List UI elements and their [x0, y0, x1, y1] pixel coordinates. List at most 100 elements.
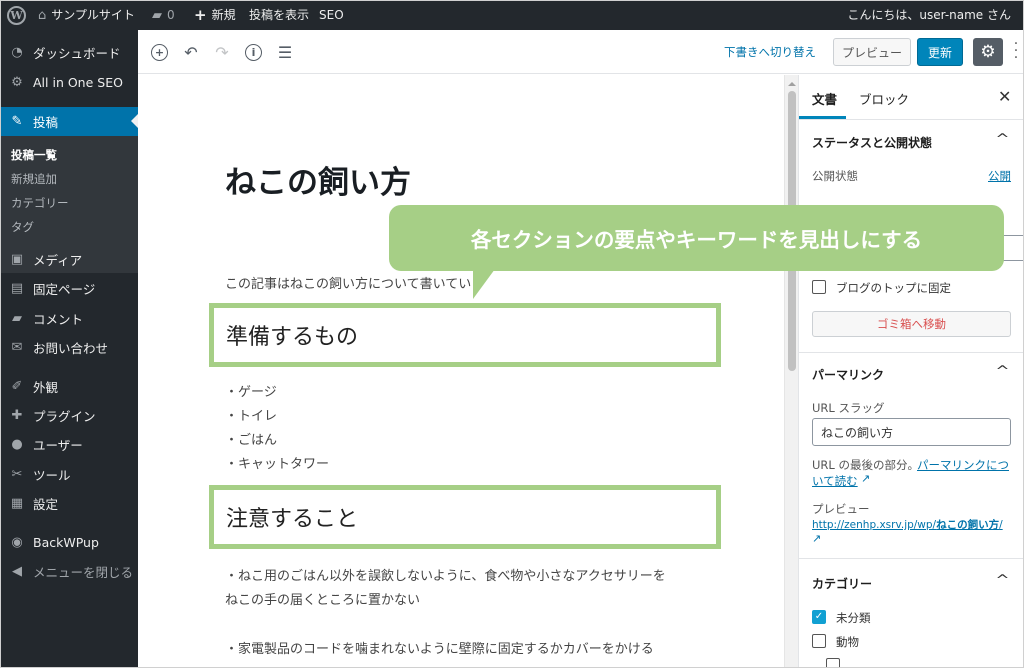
sidebar-item-label: 設定	[33, 496, 59, 512]
url-note: URL の最後の部分。	[812, 458, 919, 472]
user-greeting[interactable]: こんにちは、user-name さん	[847, 1, 1011, 30]
category-checkbox-animals[interactable]	[812, 634, 826, 648]
wordpress-logo-icon: W	[7, 6, 26, 25]
chevron-up-icon[interactable]: ^	[995, 132, 1009, 147]
sidebar-item-label: All in One SEO	[33, 74, 123, 90]
dashboard-icon: ◔	[11, 44, 23, 60]
category-checkbox-child[interactable]	[826, 658, 840, 667]
sidebar-item-posts[interactable]: ✎ 投稿	[1, 107, 138, 136]
permalink-help-link-cont[interactable]: いて読む	[812, 473, 858, 489]
chevron-up-icon[interactable]: ^	[995, 364, 1009, 379]
heading-block-1[interactable]: 準備するもの	[209, 303, 721, 367]
chevron-up-icon[interactable]: ^	[995, 573, 1009, 588]
sidebar-item-pages[interactable]: ▤ 固定ページ	[1, 274, 138, 302]
permalink-panel-title[interactable]: パーマリンク	[812, 366, 884, 383]
page-icon: ▤	[10, 280, 24, 296]
switch-to-draft-link[interactable]: 下書きへ切り替え	[724, 44, 816, 60]
undo-icon[interactable]: ↶	[179, 40, 203, 64]
sidebar-item-comments[interactable]: ▰ コメント	[1, 304, 138, 332]
site-name-link[interactable]: ⌂ サンプルサイト	[38, 1, 135, 30]
url-slug-input[interactable]: ねこの飼い方	[812, 418, 1011, 446]
update-button[interactable]: 更新	[917, 38, 963, 66]
sidebar-item-tools[interactable]: ✂ ツール	[1, 460, 138, 488]
submenu-categories[interactable]: カテゴリー	[11, 195, 69, 211]
heading-block-2[interactable]: 注意すること	[209, 485, 721, 549]
permalink-help-link[interactable]: パーマリンクにつ	[917, 457, 1009, 473]
url-slug-value: ねこの飼い方	[821, 425, 894, 440]
body-paragraph-line[interactable]: ・ねこ用のごはん以外を誤飲しないように、食べ物や小さなアクセサリーを	[225, 565, 666, 584]
intro-paragraph[interactable]: この記事はねこの飼い方について書いてい	[225, 273, 471, 292]
sidebar-item-plugins[interactable]: ✚ プラグイン	[1, 401, 138, 429]
sidebar-item-backwpup[interactable]: ◉ BackWPup	[1, 528, 138, 556]
preview-label: プレビュー	[812, 502, 870, 516]
plugin-icon: ✚	[11, 407, 23, 423]
backwpup-icon: ◉	[11, 534, 23, 550]
info-icon[interactable]: i	[245, 44, 262, 61]
tab-document[interactable]: 文書	[812, 89, 837, 108]
heading-text: 準備するもの	[226, 325, 359, 350]
submenu-tags[interactable]: タグ	[11, 219, 34, 235]
sidebar-item-contact[interactable]: ✉ お問い合わせ	[1, 333, 138, 361]
seo-menu[interactable]: SEO	[319, 1, 344, 30]
divider	[799, 119, 1023, 120]
add-block-icon[interactable]: +	[151, 44, 168, 61]
list-item[interactable]: ・ゲージ	[225, 381, 277, 400]
sidebar-item-dashboard[interactable]: ◔ ダッシュボード	[1, 38, 138, 66]
sidebar-item-label: メディア	[33, 252, 83, 268]
sidebar-item-aioseo[interactable]: ⚙ All in One SEO	[1, 68, 138, 96]
body-paragraph[interactable]: ・家電製品のコードを噛まれないように壁際に固定するかカバーをかける	[225, 638, 654, 657]
category-label: 未分類	[836, 611, 871, 625]
heading-text: 注意すること	[226, 507, 359, 532]
category-checkbox-uncategorized[interactable]: ✓	[812, 610, 826, 624]
settings-icon: ▦	[10, 495, 24, 511]
gear-icon: ⚙	[11, 74, 23, 90]
sticky-checkbox[interactable]	[812, 280, 826, 294]
categories-panel-title[interactable]: カテゴリー	[812, 575, 872, 592]
preview-url-link[interactable]: http://zenhp.xsrv.jp/wp/ねこの飼い方/	[812, 517, 1003, 532]
submenu-all-posts[interactable]: 投稿一覧	[11, 147, 57, 163]
media-icon: ▣	[10, 251, 24, 267]
more-menu-icon[interactable]: · · ·	[1013, 37, 1019, 65]
external-link-icon[interactable]: ↗	[812, 532, 821, 545]
redo-icon[interactable]: ↷	[210, 40, 234, 64]
comment-icon: ▰	[152, 8, 162, 23]
sticky-label: ブログのトップに固定	[836, 281, 951, 295]
close-icon[interactable]: ✕	[998, 87, 1011, 106]
list-item[interactable]: ・キャットタワー	[225, 453, 329, 472]
admin-sidebar: ◔ ダッシュボード ⚙ All in One SEO ✎ 投稿 投稿一覧 新規追…	[1, 30, 138, 667]
visibility-label: 公開状態	[812, 169, 858, 183]
move-to-trash-button[interactable]: ゴミ箱へ移動	[812, 311, 1011, 337]
sidebar-collapse-menu[interactable]: ◀ メニューを閉じる	[1, 557, 138, 585]
settings-gear-button[interactable]: ⚙	[973, 38, 1003, 66]
status-panel-title[interactable]: ステータスと公開状態	[812, 134, 932, 151]
sidebar-item-appearance[interactable]: ✐ 外観	[1, 372, 138, 400]
submenu-add-new[interactable]: 新規追加	[11, 171, 57, 187]
editor-scrollbar[interactable]	[784, 75, 798, 667]
sidebar-item-label: ダッシュボード	[33, 45, 121, 61]
divider	[799, 352, 1023, 353]
sidebar-item-settings[interactable]: ▦ 設定	[1, 489, 138, 517]
sidebar-item-media[interactable]: ▣ メディア	[1, 245, 138, 273]
view-post-link[interactable]: 投稿を表示	[249, 1, 309, 30]
callout-tail	[473, 269, 495, 299]
preview-url-slug: ねこの飼い方	[936, 519, 1000, 531]
scroll-up-arrow-icon[interactable]	[788, 78, 796, 86]
greeting-text: こんにちは、user-name さん	[847, 8, 1011, 22]
outline-icon[interactable]: ☰	[273, 40, 297, 64]
visibility-value-link[interactable]: 公開	[988, 168, 1011, 184]
preview-button[interactable]: プレビュー	[833, 38, 911, 66]
new-content-link[interactable]: + 新規	[194, 1, 236, 30]
list-item[interactable]: ・ごはん	[225, 429, 277, 448]
sidebar-item-label: BackWPup	[33, 534, 99, 550]
sidebar-item-users[interactable]: ● ユーザー	[1, 430, 138, 458]
list-item[interactable]: ・トイレ	[225, 405, 277, 424]
gear-icon: ⚙	[980, 42, 996, 62]
wordpress-logo-button[interactable]: W	[7, 1, 26, 30]
comments-link[interactable]: ▰ 0	[152, 1, 175, 30]
sidebar-item-label: プラグイン	[33, 408, 96, 424]
brush-icon: ✐	[11, 378, 23, 394]
post-title[interactable]: ねこの飼い方	[225, 157, 411, 202]
tab-block[interactable]: ブロック	[859, 89, 909, 108]
body-paragraph-line[interactable]: ねこの手の届くところに置かない	[225, 589, 420, 608]
plus-icon: +	[194, 6, 207, 24]
